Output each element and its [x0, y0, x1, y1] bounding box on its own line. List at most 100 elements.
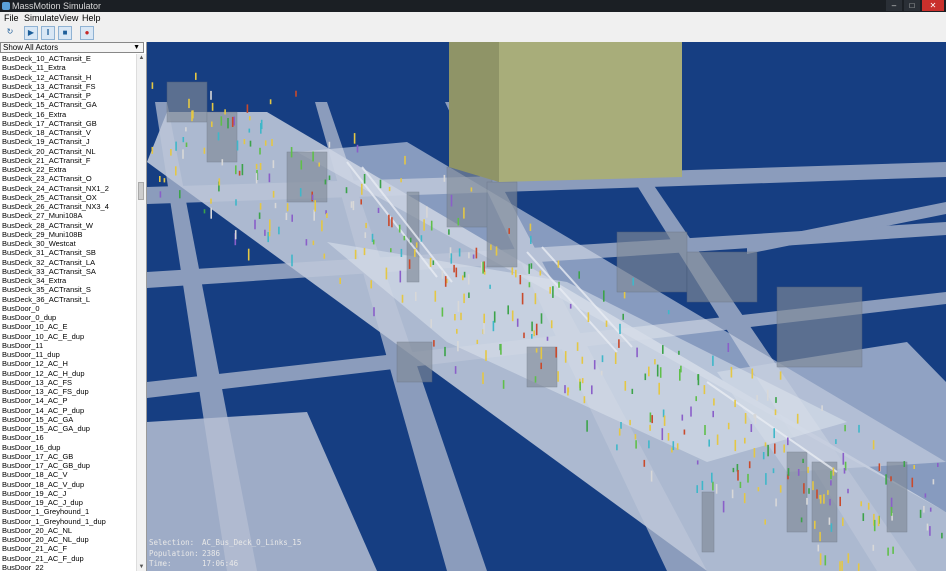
agent	[631, 388, 634, 394]
agent	[890, 476, 892, 482]
agent	[872, 440, 875, 450]
actor-list-item[interactable]: BusDoor_19_AC_J	[0, 489, 136, 498]
agent	[295, 90, 297, 97]
actor-list-item[interactable]: BusDeck_34_Extra	[0, 276, 136, 285]
agent	[819, 531, 821, 542]
actor-list-item[interactable]: BusDoor_14_AC_P	[0, 396, 136, 405]
actor-list-item[interactable]: BusDoor_20_AC_NL_dup	[0, 535, 136, 544]
actor-list-item[interactable]: BusDoor_13_AC_FS	[0, 378, 136, 387]
agent	[401, 294, 404, 303]
actor-list-item[interactable]: BusDoor_1_Greyhound_1_dup	[0, 517, 136, 526]
actor-list-item[interactable]: BusDoor_17_AC_GB_dup	[0, 461, 136, 470]
actor-list-item[interactable]: BusDoor_15_AC_GA	[0, 415, 136, 424]
actor-list-item[interactable]: BusDeck_19_ACTransit_J	[0, 137, 136, 146]
actor-list-item[interactable]: BusDoor_17_AC_GB	[0, 452, 136, 461]
actor-list-item[interactable]: BusDeck_33_ACTransit_SA	[0, 267, 136, 276]
agent	[569, 303, 572, 309]
actor-list-item[interactable]: BusDeck_32_ACTransit_LA	[0, 258, 136, 267]
record-button[interactable]: ●	[80, 26, 94, 40]
agent	[457, 217, 460, 226]
actor-list-item[interactable]: BusDoor_16_dup	[0, 443, 136, 452]
actor-list-item[interactable]: BusDeck_11_Extra	[0, 63, 136, 72]
agent	[743, 493, 746, 504]
actor-list-item[interactable]: BusDeck_10_ACTransit_E	[0, 54, 136, 63]
agent	[454, 314, 456, 321]
actor-list-item[interactable]: BusDeck_21_ACTransit_F	[0, 156, 136, 165]
actor-list-item[interactable]: BusDoor_19_AC_J_dup	[0, 498, 136, 507]
stop-button[interactable]: ■	[58, 26, 72, 40]
pause-button[interactable]: ‖	[41, 26, 55, 40]
actor-list-item[interactable]: BusDeck_23_ACTransit_O	[0, 174, 136, 183]
actor-list-item[interactable]: BusDoor_18_AC_V	[0, 470, 136, 479]
play-button[interactable]: ▶	[24, 26, 38, 40]
agent	[712, 355, 714, 366]
actor-list-scrollbar[interactable]: ▲ ▼	[136, 54, 146, 571]
actor-list-item[interactable]: BusDoor_11_dup	[0, 350, 136, 359]
actor-list-item[interactable]: BusDeck_20_ACTransit_NL	[0, 147, 136, 156]
actor-list-item[interactable]: BusDeck_26_ACTransit_NX3_4	[0, 202, 136, 211]
actor-list-item[interactable]: BusDeck_13_ACTransit_FS	[0, 82, 136, 91]
actor-list-item[interactable]: BusDeck_22_Extra	[0, 165, 136, 174]
menu-simulate[interactable]: Simulate	[24, 12, 59, 24]
agent	[579, 381, 581, 391]
maximize-button[interactable]: □	[904, 0, 920, 11]
actor-list-item[interactable]: BusDoor_13_AC_FS_dup	[0, 387, 136, 396]
agent	[624, 381, 627, 391]
agent	[211, 102, 214, 111]
actor-list-item[interactable]: BusDoor_0	[0, 304, 136, 313]
actor-list-item[interactable]: BusDeck_30_Westcat	[0, 239, 136, 248]
actor-list-item[interactable]: BusDeck_14_ACTransit_P	[0, 91, 136, 100]
actor-list-item[interactable]: BusDoor_16	[0, 433, 136, 442]
agent	[311, 194, 314, 200]
actor-list-item[interactable]: BusDeck_12_ACTransit_H	[0, 73, 136, 82]
agent	[377, 207, 380, 213]
actor-list-item[interactable]: BusDeck_18_ACTransit_V	[0, 128, 136, 137]
scroll-up-icon[interactable]: ▲	[137, 54, 146, 62]
close-button[interactable]: ✕	[922, 0, 944, 11]
agent	[667, 433, 670, 441]
menu-file[interactable]: File	[4, 12, 19, 24]
actor-list-item[interactable]: BusDoor_22	[0, 563, 136, 571]
actor-list-item[interactable]: BusDeck_25_ACTransit_OX	[0, 193, 136, 202]
actor-list-item[interactable]: BusDoor_21_AC_F_dup	[0, 554, 136, 563]
actor-list-item[interactable]: BusDeck_35_ACTransit_S	[0, 285, 136, 294]
actor-list-item[interactable]: BusDoor_0_dup	[0, 313, 136, 322]
scroll-down-icon[interactable]: ▼	[137, 563, 146, 571]
agent	[373, 307, 375, 317]
agent	[744, 413, 747, 424]
agent	[218, 178, 221, 186]
agent	[531, 334, 533, 339]
actor-list-item[interactable]: BusDoor_14_AC_P_dup	[0, 406, 136, 415]
menu-view[interactable]: View	[59, 12, 78, 24]
actor-list-item[interactable]: BusDeck_15_ACTransit_GA	[0, 100, 136, 109]
actor-list-item[interactable]: BusDeck_28_ACTransit_W	[0, 221, 136, 230]
actor-list-item[interactable]: BusDeck_36_ACTransit_L	[0, 295, 136, 304]
reset-button[interactable]: ↻	[3, 26, 17, 40]
actor-list-item[interactable]: BusDoor_1_Greyhound_1	[0, 507, 136, 516]
actor-list-item[interactable]: BusDoor_18_AC_V_dup	[0, 480, 136, 489]
actor-list-item[interactable]: BusDoor_21_AC_F	[0, 544, 136, 553]
actor-list-item[interactable]: BusDoor_11	[0, 341, 136, 350]
actor-list-item[interactable]: BusDeck_31_ACTransit_SB	[0, 248, 136, 257]
agent	[601, 355, 604, 363]
minimize-button[interactable]: –	[886, 0, 902, 11]
actor-list-item[interactable]: BusDoor_10_AC_E_dup	[0, 332, 136, 341]
simulation-viewport[interactable]: Selection: AC_Bus_Deck_O_Links_15 Popula…	[147, 42, 946, 571]
actor-list-item[interactable]: BusDoor_20_AC_NL	[0, 526, 136, 535]
actor-list-item[interactable]: BusDeck_24_ACTransit_NX1_2	[0, 184, 136, 193]
actor-list-item[interactable]: BusDeck_29_Muni108B	[0, 230, 136, 239]
agent	[236, 140, 239, 151]
agent	[620, 422, 622, 429]
actor-list-item[interactable]: BusDeck_17_ACTransit_GB	[0, 119, 136, 128]
agent	[324, 179, 327, 185]
menu-help[interactable]: Help	[82, 12, 101, 24]
actor-list-item[interactable]: BusDeck_27_Muni108A	[0, 211, 136, 220]
agent	[632, 277, 634, 286]
scroll-thumb[interactable]	[138, 182, 144, 200]
actor-list-item[interactable]: BusDoor_12_AC_H_dup	[0, 369, 136, 378]
actor-list-item[interactable]: BusDoor_10_AC_E	[0, 322, 136, 331]
actor-list-item[interactable]: BusDoor_12_AC_H	[0, 359, 136, 368]
actor-list-item[interactable]: BusDeck_16_Extra	[0, 110, 136, 119]
actor-filter-dropdown[interactable]: Show All Actors ▼	[0, 42, 144, 53]
actor-list-item[interactable]: BusDoor_15_AC_GA_dup	[0, 424, 136, 433]
